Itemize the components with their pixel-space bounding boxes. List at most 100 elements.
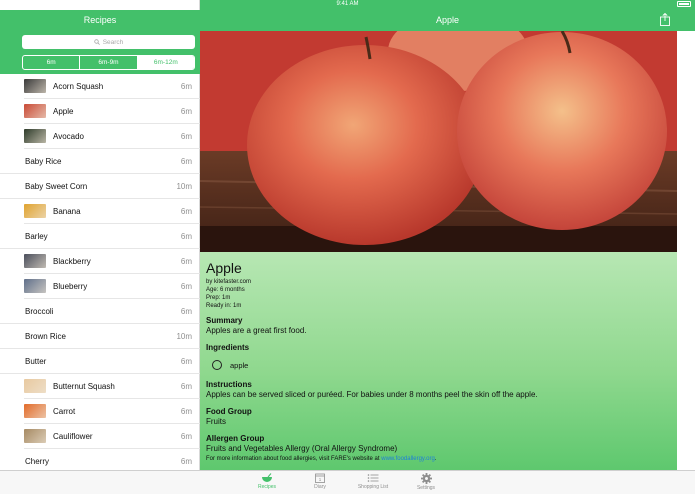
recipe-name: Baby Rice [25, 156, 62, 166]
recipe-age: 6m [180, 256, 192, 266]
segment-6m-9m[interactable]: 6m-9m [80, 56, 138, 69]
recipe-name: Banana [53, 206, 81, 216]
tab-diary-label: Diary [314, 484, 326, 490]
recipe-prep: Prep: 1m [206, 295, 231, 301]
tab-settings[interactable]: Settings [401, 473, 451, 491]
recipe-age: 10m [176, 331, 192, 341]
segment-6m[interactable]: 6m [23, 56, 81, 69]
recipe-age: 6m [180, 281, 192, 291]
recipe-thumbnail [24, 79, 46, 93]
tab-diary[interactable]: 1 Diary [295, 473, 345, 490]
recipe-name: Cauliflower [53, 431, 93, 441]
sidebar-header: Recipes Search 6m 6m-9m 6m-12m [0, 10, 200, 74]
tab-settings-label: Settings [416, 485, 436, 491]
summary-text: Apples are a great first food. [206, 326, 307, 335]
instructions-heading: Instructions [206, 380, 252, 389]
detail-header-title: Apple [435, 15, 460, 25]
age-segmented-control: 6m 6m-9m 6m-12m [22, 55, 195, 70]
allergen-text: Fruits and Vegetables Allergy (Oral Alle… [206, 444, 398, 453]
food-group-text: Fruits [206, 417, 226, 426]
sidebar-title: Recipes [83, 15, 117, 25]
recipe-row[interactable]: Acorn Squash 6m [24, 74, 200, 99]
recipe-name: Cherry [25, 456, 50, 466]
calendar-icon: 1 [315, 473, 325, 483]
recipe-name: Baby Sweet Corn [25, 181, 88, 191]
list-icon [367, 474, 379, 482]
recipe-row[interactable]: Banana 6m [24, 199, 200, 224]
recipe-row[interactable]: Brown Rice 10m [0, 324, 200, 349]
segment-6m-12m[interactable]: 6m-12m [137, 56, 194, 69]
recipe-name: Butter [25, 356, 47, 366]
apple-photo [200, 31, 677, 252]
detail-header: Apple [200, 10, 695, 31]
recipe-row[interactable]: Barley 6m [0, 224, 200, 249]
recipes-sidebar: Recipes Search 6m 6m-9m 6m-12m Acorn Squas… [0, 0, 200, 470]
recipe-source: by kitefaster.com [206, 279, 252, 285]
recipe-title: Apple [206, 260, 242, 276]
recipe-row[interactable]: Blueberry 6m [24, 274, 200, 299]
foodallergy-link[interactable]: www.foodallergy.org [381, 456, 435, 462]
ingredients-heading: Ingredients [206, 343, 250, 352]
recipe-age: 6m [180, 131, 192, 141]
allergy-note-end: . [434, 456, 437, 462]
tab-shopping-list[interactable]: Shopping List [348, 473, 398, 490]
recipe-age: 6m [180, 381, 192, 391]
recipe-age: 6m [180, 106, 192, 116]
recipe-ready: Ready in: 1m [206, 303, 242, 309]
tab-shopping-list-label: Shopping List [357, 484, 389, 490]
recipe-row[interactable]: Apple 6m [24, 99, 200, 124]
recipe-age: 10m [176, 181, 192, 191]
recipe-thumbnail [24, 204, 46, 218]
recipe-thumbnail [24, 104, 46, 118]
tab-bar: Recipes 1 Diary Shopping List Settings [0, 470, 695, 494]
recipe-thumbnail [24, 129, 46, 143]
recipe-age: 6m [180, 231, 192, 241]
food-group-heading: Food Group [206, 407, 252, 416]
recipe-row[interactable]: Blackberry 6m [24, 249, 200, 274]
recipe-detail: Apple by kitefaster.com Age: 6 months Pr… [200, 252, 677, 470]
recipe-name: Barley [25, 231, 48, 241]
recipe-age: Age: 6 months [206, 287, 245, 293]
recipe-row[interactable]: Broccoli 6m [0, 299, 200, 324]
allergy-note-text: For more information about food allergie… [206, 456, 380, 462]
recipe-name: Apple [53, 106, 74, 116]
recipe-name: Broccoli [25, 306, 54, 316]
recipe-row[interactable]: Carrot 6m [24, 399, 200, 424]
recipe-list: Acorn Squash 6m Apple 6m Avocado 6m Baby Rice 6… [0, 74, 200, 470]
svg-text:1: 1 [319, 477, 322, 482]
recipe-thumbnail [24, 379, 46, 393]
search-input[interactable]: Search [22, 35, 195, 49]
gear-icon [420, 473, 432, 484]
search-icon [93, 39, 100, 45]
ingredient-item[interactable]: apple [212, 360, 671, 370]
ingredient-label: apple [230, 360, 249, 370]
recipe-thumbnail [24, 404, 46, 418]
recipe-age: 6m [180, 206, 192, 216]
battery-icon [677, 1, 691, 7]
recipe-name: Butternut Squash [53, 381, 115, 391]
ingredient-checkbox[interactable] [212, 360, 222, 370]
recipe-thumbnail [24, 429, 46, 443]
allergen-heading: Allergen Group [206, 434, 265, 443]
recipe-name: Acorn Squash [53, 81, 104, 91]
recipe-age: 6m [180, 406, 192, 416]
tab-recipes[interactable]: Recipes [242, 473, 292, 490]
recipe-age: 6m [180, 356, 192, 366]
recipe-row[interactable]: Cauliflower 6m [24, 424, 200, 449]
recipe-name: Carrot [53, 406, 76, 416]
recipe-age: 6m [180, 431, 192, 441]
share-icon[interactable] [660, 13, 670, 26]
recipe-row[interactable]: Baby Sweet Corn 10m [0, 174, 200, 199]
recipe-row[interactable]: Butter 6m [0, 349, 200, 374]
recipe-name: Brown Rice [25, 331, 66, 341]
allergy-note: For more information about food allergie… [206, 456, 671, 462]
recipe-row[interactable]: Baby Rice 6m [0, 149, 200, 174]
instructions-text: Apples can be served sliced or puréed. F… [206, 390, 538, 399]
recipe-name: Avocado [53, 131, 84, 141]
recipe-age: 6m [180, 456, 192, 466]
recipe-row[interactable]: Avocado 6m [24, 124, 200, 149]
recipe-row[interactable]: Cherry 6m [0, 449, 200, 470]
recipe-row[interactable]: Butternut Squash 6m [24, 374, 200, 399]
summary-heading: Summary [206, 316, 243, 325]
recipe-age: 6m [180, 156, 192, 166]
